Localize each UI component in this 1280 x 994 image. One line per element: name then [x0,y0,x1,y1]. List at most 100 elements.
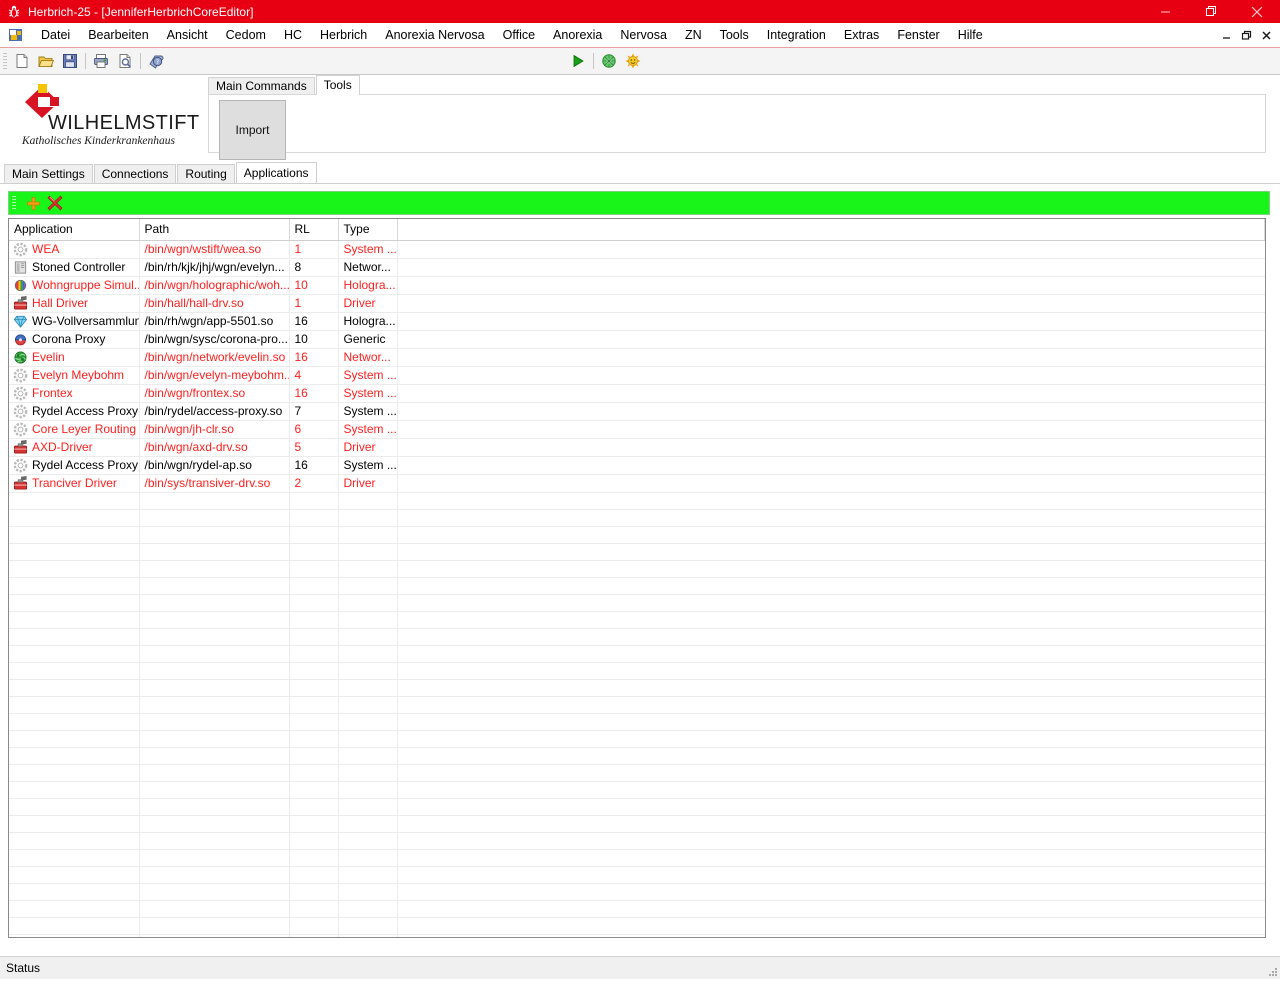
resize-grip[interactable] [1266,965,1278,977]
run-play-icon[interactable] [566,50,590,72]
menu-item-herbrich[interactable]: Herbrich [311,25,376,45]
applications-table: Application Path RL Type WEA/bin/wgn/wst… [9,219,1265,937]
add-plus-icon[interactable] [22,193,44,213]
column-header-rl[interactable]: RL [289,219,339,241]
print-preview-icon[interactable] [113,50,137,72]
table-row[interactable]: Frontex/bin/wgn/frontex.so 16 System ... [9,384,1265,403]
table-row-empty[interactable] [9,883,1265,901]
menu-item-extras[interactable]: Extras [835,25,888,45]
tab-main-commands[interactable]: Main Commands [208,77,315,95]
table-row-empty[interactable] [9,543,1265,561]
green-globe-icon[interactable] [597,50,621,72]
table-row-empty[interactable] [9,560,1265,578]
cell-empty [289,509,339,527]
table-row-empty[interactable] [9,849,1265,867]
cell-path: /bin/rydel/access-proxy.so [139,402,290,421]
column-header-type[interactable]: Type [338,219,398,241]
cell-empty [9,679,140,697]
toolbar-grip[interactable] [3,53,7,69]
table-row-empty[interactable] [9,611,1265,629]
menu-item-integration[interactable]: Integration [758,25,835,45]
tab-routing[interactable]: Routing [177,164,235,183]
table-row[interactable]: Hall Driver/bin/hall/hall-drv.so 1 Driver [9,294,1265,313]
table-row-empty[interactable] [9,917,1265,935]
table-row-empty[interactable] [9,900,1265,918]
table-row[interactable]: Tranciver Driver/bin/sys/transiver-drv.s… [9,474,1265,493]
table-row-empty[interactable] [9,730,1265,748]
table-row[interactable]: AXD-Driver/bin/wgn/axd-drv.so 5 Driver [9,438,1265,457]
minimize-icon[interactable] [1142,0,1188,23]
menu-item-hc[interactable]: HC [275,25,311,45]
table-row[interactable]: Corona Proxy/bin/wgn/sysc/corona-pro... 1… [9,330,1265,349]
print-icon[interactable] [89,50,113,72]
mdi-restore-icon[interactable] [1236,25,1256,45]
save-floppy-icon[interactable] [58,50,82,72]
cell-filler [397,366,1265,385]
table-row[interactable]: Core Leyer Routing/bin/wgn/jh-clr.so 6 Sys… [9,420,1265,439]
table-row[interactable]: Stoned Controller/bin/rh/kjk/jhj/wgn/eve… [9,258,1265,277]
close-icon[interactable] [1234,0,1280,23]
table-row-empty[interactable] [9,713,1265,731]
menu-item-fenster[interactable]: Fenster [888,25,948,45]
table-row-empty[interactable] [9,679,1265,697]
table-row[interactable]: Evelin/bin/wgn/network/evelin.so 16 Networ… [9,348,1265,367]
menu-item-tools[interactable]: Tools [711,25,758,45]
table-row-empty[interactable] [9,662,1265,680]
cell-filler [397,348,1265,367]
grid-toolbar-grip[interactable] [12,196,16,210]
menu-item-hilfe[interactable]: Hilfe [949,25,992,45]
column-header-application[interactable]: Application [9,219,140,241]
table-row-empty[interactable] [9,696,1265,714]
table-row[interactable]: Evelyn Meybohm/bin/wgn/evelyn-meybohm...… [9,366,1265,385]
mdi-minimize-icon[interactable] [1216,25,1236,45]
table-row[interactable]: Wohngruppe Simul.../bin/wgn/holographic/… [9,276,1265,295]
mdi-window-controls [1216,23,1276,47]
menu-item-anorexia[interactable]: Anorexia [544,25,611,45]
table-row-empty[interactable] [9,832,1265,850]
open-folder-icon[interactable] [34,50,58,72]
menu-item-datei[interactable]: Datei [32,25,79,45]
table-row-empty[interactable] [9,781,1265,799]
gear-icon [13,242,28,257]
import-button[interactable]: Import [219,100,286,160]
toolbar-separator-2 [140,53,141,69]
table-row[interactable]: Rydel Access Proxy/bin/rydel/access-prox… [9,402,1265,421]
delete-x-icon[interactable] [44,193,66,213]
applications-grid[interactable]: Application Path RL Type WEA/bin/wgn/wst… [8,218,1266,938]
mdi-close-icon[interactable] [1256,25,1276,45]
menu-item-nervosa[interactable]: Nervosa [611,25,676,45]
table-row[interactable]: Rydel Access Proxy/bin/wgn/rydel-ap.so 16… [9,456,1265,475]
table-row-empty[interactable] [9,526,1265,544]
table-row-empty[interactable] [9,577,1265,595]
table-row-empty[interactable] [9,934,1265,937]
menu-item-office[interactable]: Office [494,25,544,45]
menu-item-anorexia-nervosa[interactable]: Anorexia Nervosa [376,25,493,45]
table-row-empty[interactable] [9,747,1265,765]
table-row[interactable]: WEA/bin/wgn/wstift/wea.so 1 System ... [9,240,1265,259]
applications-panel: Application Path RL Type WEA/bin/wgn/wst… [0,183,1280,979]
tab-applications[interactable]: Applications [235,162,317,183]
cell-path: /bin/wgn/holographic/woh... [139,276,290,295]
new-document-icon[interactable] [10,50,34,72]
menu-item-cedom[interactable]: Cedom [217,25,275,45]
menu-item-bearbeiten[interactable]: Bearbeiten [79,25,157,45]
tab-main-settings[interactable]: Main Settings [4,164,93,183]
table-row-empty[interactable] [9,509,1265,527]
restore-icon[interactable] [1188,0,1234,23]
table-row-empty[interactable] [9,815,1265,833]
help-globe-icon[interactable]: ? [144,50,168,72]
tab-connections[interactable]: Connections [93,164,177,183]
table-row-empty[interactable] [9,798,1265,816]
column-header-path[interactable]: Path [139,219,290,241]
table-row-empty[interactable] [9,764,1265,782]
sun-smiley-icon[interactable] [621,50,645,72]
table-row-empty[interactable] [9,645,1265,663]
table-row-empty[interactable] [9,594,1265,612]
menu-item-zn[interactable]: ZN [676,25,711,45]
table-row-empty[interactable] [9,492,1265,510]
table-row-empty[interactable] [9,628,1265,646]
menu-item-ansicht[interactable]: Ansicht [158,25,217,45]
tab-tools[interactable]: Tools [315,75,360,95]
table-row-empty[interactable] [9,866,1265,884]
table-row[interactable]: WG-Vollversammlung/bin/rh/wgn/app-5501.s… [9,312,1265,331]
